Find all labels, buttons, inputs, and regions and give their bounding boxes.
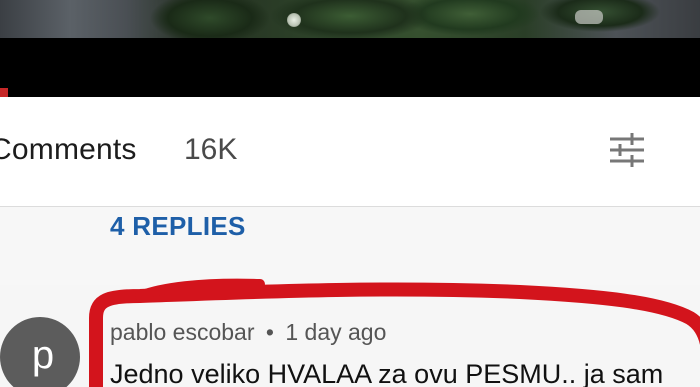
avatar-letter: p bbox=[31, 333, 55, 377]
comments-count: 16K bbox=[184, 133, 238, 166]
video-frame-detail bbox=[287, 13, 301, 27]
sort-filter-icon bbox=[610, 133, 644, 167]
video-frame-detail bbox=[575, 10, 603, 24]
avatar[interactable]: p bbox=[0, 317, 80, 387]
video-player[interactable] bbox=[0, 0, 700, 97]
replies-row: 4 REPLIES bbox=[0, 207, 700, 285]
comment-meta: pablo escobar • 1 day ago bbox=[110, 319, 386, 346]
youtube-comments-screen: Comments 16K 4 REPLIES p pablo escobar •… bbox=[0, 0, 700, 387]
sort-comments-button[interactable] bbox=[604, 131, 650, 171]
comment-time: 1 day ago bbox=[285, 319, 387, 345]
comments-header[interactable]: Comments 16K bbox=[0, 97, 700, 207]
comment-text: Jedno veliko HVALAA za ovu PESMU.. ja sa… bbox=[110, 359, 664, 387]
comment-item: p pablo escobar • 1 day ago Jedno veliko… bbox=[0, 285, 700, 387]
view-replies-button[interactable]: 4 REPLIES bbox=[110, 211, 246, 242]
meta-separator: • bbox=[265, 319, 274, 345]
progress-bar[interactable] bbox=[0, 88, 8, 97]
comment-author[interactable]: pablo escobar bbox=[110, 319, 255, 345]
comments-title: Comments bbox=[0, 133, 137, 166]
